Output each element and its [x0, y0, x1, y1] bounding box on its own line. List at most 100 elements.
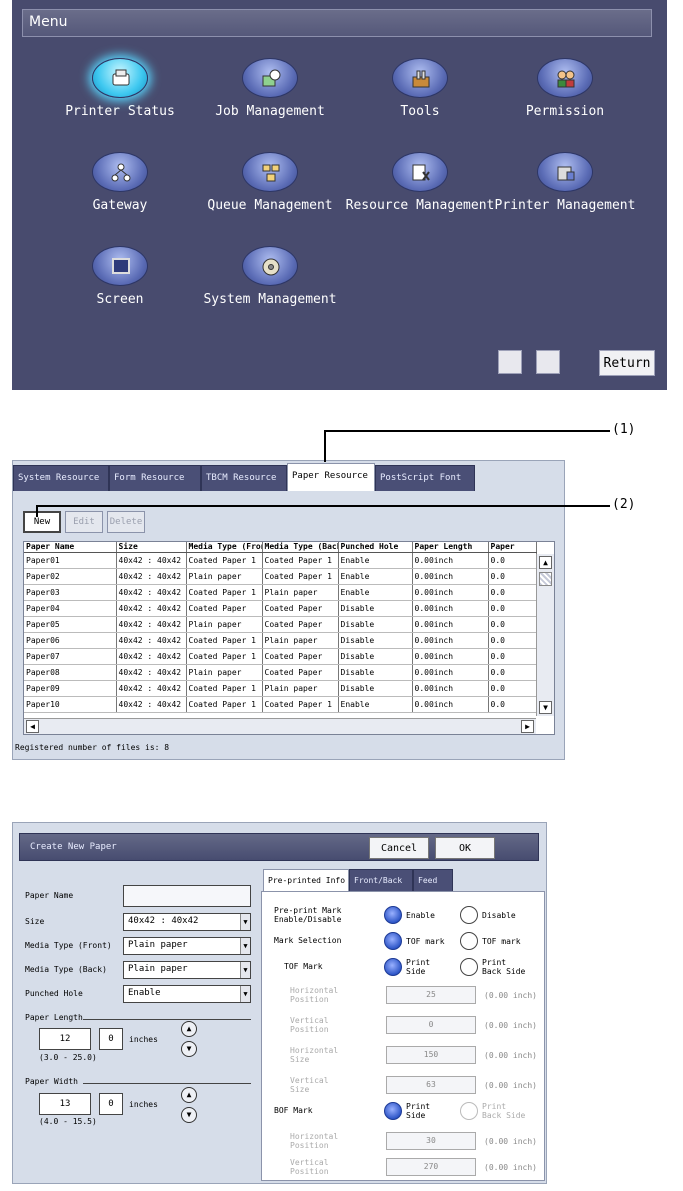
scroll-left-icon[interactable]: ◀: [26, 720, 39, 733]
menu-job-management[interactable]: Job Management: [195, 58, 345, 119]
col-punched-hole[interactable]: Punched Hole: [338, 542, 413, 553]
tab-form-resource[interactable]: Form Resource: [109, 465, 201, 491]
table-row[interactable]: Paper10 40x42 : 40x42 Coated Paper 1 Coated…: [24, 696, 537, 713]
menu-gateway[interactable]: Gateway: [45, 152, 195, 213]
blank-button-1[interactable]: [498, 350, 522, 374]
menu-screen[interactable]: Screen: [45, 246, 195, 307]
table-row[interactable]: Paper07 40x42 : 40x42 Coated Paper 1 Coated…: [24, 648, 537, 665]
increment-icon[interactable]: ▲: [181, 1087, 197, 1103]
scroll-thumb[interactable]: [539, 572, 552, 586]
return-button[interactable]: Return: [599, 350, 655, 376]
table-cell: 0.0: [488, 600, 537, 617]
menu-permission[interactable]: Permission: [490, 58, 640, 119]
col-media-front[interactable]: Media Type (Front): [186, 542, 263, 553]
chevron-down-icon[interactable]: ▼: [240, 914, 250, 930]
bof-horizontal-position-input[interactable]: 30: [386, 1132, 476, 1150]
bof-vertical-position-input[interactable]: 270: [386, 1158, 476, 1176]
tools-icon: [392, 58, 448, 98]
cancel-button[interactable]: Cancel: [369, 837, 429, 859]
scroll-up-icon[interactable]: ▲: [539, 556, 552, 569]
size-select[interactable]: 40x42 : 40x42 ▼: [123, 913, 251, 931]
callout-1-label: (1): [612, 422, 636, 437]
menu-system-management[interactable]: System Management: [195, 246, 345, 307]
menu-tools[interactable]: Tools: [345, 58, 495, 119]
increment-icon[interactable]: ▲: [181, 1021, 197, 1037]
menu-printer-management[interactable]: Printer Management: [490, 152, 640, 213]
col-paper-name[interactable]: Paper Name: [24, 542, 117, 553]
radio-tof-mark-label: TOF mark: [406, 937, 445, 946]
decrement-icon[interactable]: ▼: [181, 1107, 197, 1123]
chevron-down-icon[interactable]: ▼: [240, 962, 250, 978]
table-row[interactable]: Paper04 40x42 : 40x42 Coated Paper Coated P…: [24, 600, 537, 617]
tab-postscript-font[interactable]: PostScript Font: [375, 465, 475, 491]
punched-hole-value: Enable: [128, 988, 161, 998]
media-front-select[interactable]: Plain paper ▼: [123, 937, 251, 955]
tof-horizontal-size-input[interactable]: 150: [386, 1046, 476, 1064]
chevron-down-icon[interactable]: ▼: [240, 986, 250, 1002]
tof-vertical-position-input[interactable]: 0: [386, 1016, 476, 1034]
group-divider: [83, 1019, 251, 1020]
table-cell: Coated Paper 1: [262, 552, 339, 569]
table-cell: 0.0: [488, 552, 537, 569]
blank-button-2[interactable]: [536, 350, 560, 374]
table-row[interactable]: Paper05 40x42 : 40x42 Plain paper Coated Pa…: [24, 616, 537, 633]
tof-vertical-size-input[interactable]: 63: [386, 1076, 476, 1094]
edit-button[interactable]: Edit: [65, 511, 103, 533]
media-front-value: Plain paper: [128, 940, 188, 950]
paper-width-dec-input[interactable]: 0: [99, 1093, 123, 1115]
horizontal-scrollbar[interactable]: ◀ ▶: [24, 718, 536, 734]
table-cell: Enable: [338, 568, 413, 585]
table-row[interactable]: Paper01 40x42 : 40x42 Coated Paper 1 Coated…: [24, 552, 537, 569]
paper-width-int-input[interactable]: 13: [39, 1093, 91, 1115]
table-row[interactable]: Paper02 40x42 : 40x42 Plain paper Coated Pa…: [24, 568, 537, 585]
table-cell: 40x42 : 40x42: [116, 680, 187, 697]
tab-pre-printed-info[interactable]: Pre-printed Info: [263, 869, 349, 891]
table-cell: 0.0: [488, 680, 537, 697]
tab-tbcm-resource[interactable]: TBCM Resource: [201, 465, 287, 491]
tab-paper-resource[interactable]: Paper Resource: [287, 463, 375, 491]
vertical-scrollbar[interactable]: ▲ ▼: [536, 554, 554, 716]
table-cell: Coated Paper 1: [186, 648, 263, 665]
ok-button[interactable]: OK: [435, 837, 495, 859]
menu-queue-management[interactable]: Queue Management: [195, 152, 345, 213]
radio-disable[interactable]: [460, 906, 478, 924]
chevron-down-icon[interactable]: ▼: [240, 938, 250, 954]
col-size[interactable]: Size: [116, 542, 187, 553]
radio-tof-mark[interactable]: [384, 932, 402, 950]
tab-front-back[interactable]: Front/Back: [349, 869, 413, 891]
paper-length-dec-input[interactable]: 0: [99, 1028, 123, 1050]
delete-button[interactable]: Delete: [107, 511, 145, 533]
new-button[interactable]: New: [23, 511, 61, 533]
table-row[interactable]: Paper06 40x42 : 40x42 Coated Paper 1 Plain …: [24, 632, 537, 649]
media-front-label: Media Type (Front): [25, 941, 112, 950]
radio-tof-back-side[interactable]: [460, 958, 478, 976]
scroll-down-icon[interactable]: ▼: [539, 701, 552, 714]
paper-length-range: (3.0 - 25.0): [39, 1053, 97, 1062]
paper-table: Paper Name Size Media Type (Front) Media…: [24, 542, 537, 713]
punched-hole-select[interactable]: Enable ▼: [123, 985, 251, 1003]
table-row[interactable]: Paper03 40x42 : 40x42 Coated Paper 1 Plain …: [24, 584, 537, 601]
tab-feed[interactable]: Feed: [413, 869, 453, 891]
menu-resource-management[interactable]: Resource Management: [345, 152, 495, 213]
radio-enable[interactable]: [384, 906, 402, 924]
menu-printer-status[interactable]: Printer Status: [45, 58, 195, 119]
table-row[interactable]: Paper08 40x42 : 40x42 Plain paper Coated Pa…: [24, 664, 537, 681]
table-row[interactable]: Paper09 40x42 : 40x42 Coated Paper 1 Plain …: [24, 680, 537, 697]
media-back-select[interactable]: Plain paper ▼: [123, 961, 251, 979]
decrement-icon[interactable]: ▼: [181, 1041, 197, 1057]
paper-name-input[interactable]: [123, 885, 251, 907]
radio-tof-print-side[interactable]: [384, 958, 402, 976]
col-paper-length[interactable]: Paper Length: [412, 542, 489, 553]
col-media-back[interactable]: Media Type (Back): [262, 542, 339, 553]
tof-horizontal-position-input[interactable]: 25: [386, 986, 476, 1004]
printer-manage-icon: [537, 152, 593, 192]
col-paper[interactable]: Paper: [488, 542, 537, 553]
scroll-right-icon[interactable]: ▶: [521, 720, 534, 733]
paper-length-unit: inches: [129, 1035, 158, 1044]
radio-bof-print-side[interactable]: [384, 1102, 402, 1120]
paper-length-int-input[interactable]: 12: [39, 1028, 91, 1050]
table-cell: Coated Paper 1: [262, 568, 339, 585]
radio-bof-back-side[interactable]: [460, 1102, 478, 1120]
radio-tof-mark-2[interactable]: [460, 932, 478, 950]
tab-system-resource[interactable]: System Resource: [13, 465, 109, 491]
